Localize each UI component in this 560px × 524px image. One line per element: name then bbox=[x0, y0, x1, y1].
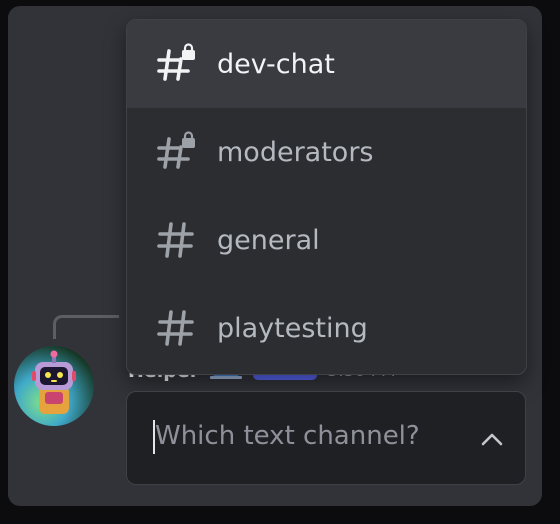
hashtag-icon bbox=[157, 222, 194, 258]
channel-option-label: moderators bbox=[217, 136, 374, 168]
hashtag-lock-icon bbox=[157, 43, 195, 81]
channel-option-dev-chat[interactable]: dev-chat bbox=[127, 20, 526, 108]
channel-dropdown-menu: dev-chat moderators general playtesting bbox=[126, 19, 527, 375]
channel-option-general[interactable]: general bbox=[127, 196, 526, 284]
chevron-up-icon[interactable] bbox=[479, 426, 505, 452]
channel-option-label: dev-chat bbox=[217, 48, 335, 80]
channel-select-input[interactable]: Which text channel? bbox=[126, 391, 526, 485]
channel-option-playtesting[interactable]: playtesting bbox=[127, 284, 526, 372]
channel-option-moderators[interactable]: moderators bbox=[127, 108, 526, 196]
hashtag-icon bbox=[157, 310, 194, 346]
hashtag-lock-icon bbox=[157, 131, 195, 169]
reply-connector bbox=[53, 315, 119, 339]
channel-option-label: playtesting bbox=[217, 312, 368, 344]
select-placeholder: Which text channel? bbox=[155, 421, 420, 451]
channel-option-label: general bbox=[217, 224, 320, 256]
bot-avatar[interactable] bbox=[14, 346, 94, 426]
